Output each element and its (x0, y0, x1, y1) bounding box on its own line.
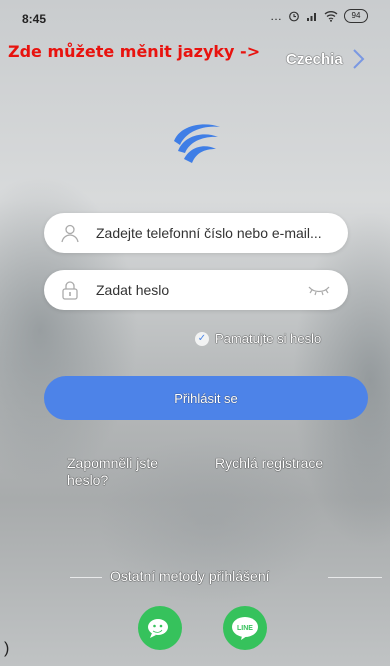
account-input[interactable]: Zadejte telefonní číslo nebo e-mail... (96, 225, 336, 241)
wifi-icon (324, 11, 338, 22)
alarm-icon (289, 11, 299, 22)
lock-icon (62, 281, 78, 300)
login-button-label: Přihlásit se (174, 390, 238, 406)
battery-icon: 94 (344, 9, 368, 23)
account-field[interactable]: Zadejte telefonní číslo nebo e-mail... (44, 213, 348, 253)
wechat-login-button[interactable] (138, 606, 182, 650)
status-time: 8:45 (22, 12, 47, 26)
other-methods-label: Ostatní metody přihlášení (110, 568, 270, 584)
login-screen: 8:45 … 94 Zde můžete měnit jazyky -> Cze… (0, 0, 390, 666)
forgot-password-link[interactable]: Zapomněli jste heslo? (67, 455, 187, 489)
remember-label: Pamatujte si heslo (215, 331, 322, 346)
checkmark-icon[interactable]: ✓ (195, 331, 209, 346)
remember-password[interactable]: ✓ Pamatujte si heslo (195, 331, 321, 346)
line-icon-text: LINE (237, 625, 253, 632)
status-bar: 8:45 … 94 (0, 0, 390, 34)
signal-icon (307, 13, 316, 21)
other-methods: Ostatní metody přihlášení (70, 568, 382, 588)
line-icon: LINE (232, 617, 258, 640)
line-login-button[interactable]: LINE (223, 606, 267, 650)
eye-closed-icon[interactable] (308, 282, 330, 298)
language-selected: Czechia (286, 50, 343, 68)
password-field[interactable]: Zadat heslo (44, 270, 348, 310)
login-button[interactable]: Přihlásit se (44, 376, 368, 420)
status-icons: … 94 (270, 9, 368, 23)
edge-char: ) (4, 640, 10, 657)
divider-right (328, 577, 382, 578)
more-dots-icon: … (270, 9, 282, 23)
user-icon (61, 224, 79, 243)
language-selector[interactable]: Czechia (286, 48, 367, 70)
quick-register-link[interactable]: Rychlá registrace (215, 455, 323, 472)
app-logo (174, 124, 220, 163)
divider-left (70, 577, 102, 578)
password-input[interactable]: Zadat heslo (96, 282, 336, 298)
wechat-icon (148, 619, 168, 638)
chevron-right-icon (352, 49, 365, 69)
language-hint: Zde můžete měnit jazyky -> (8, 42, 261, 61)
